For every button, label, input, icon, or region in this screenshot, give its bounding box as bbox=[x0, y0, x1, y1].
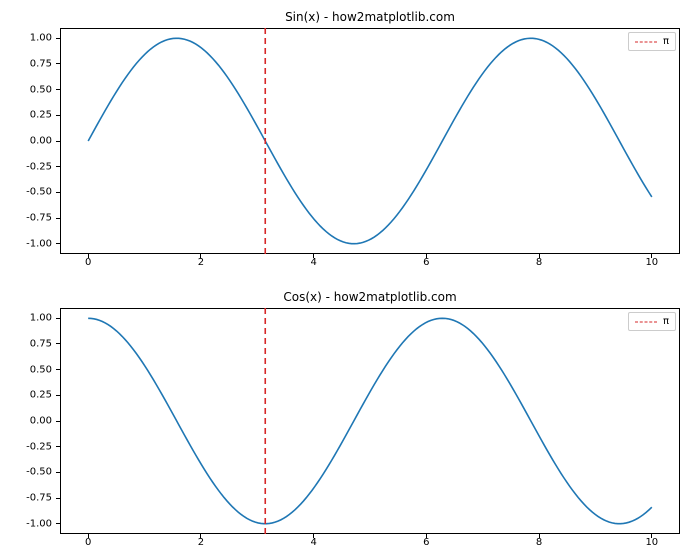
xtick-label: 8 bbox=[536, 537, 542, 548]
ytick-mark bbox=[56, 243, 60, 244]
legend-swatch-pi bbox=[635, 317, 657, 327]
xtick-mark bbox=[313, 534, 314, 538]
ytick-label: -1.00 bbox=[26, 518, 52, 529]
ytick-label: 1.00 bbox=[30, 33, 52, 44]
xtick-mark bbox=[539, 254, 540, 258]
ytick-label: 0.50 bbox=[30, 364, 52, 375]
xtick-label: 4 bbox=[310, 537, 316, 548]
ytick-label: 0.25 bbox=[30, 390, 52, 401]
xtick-mark bbox=[426, 534, 427, 538]
xtick-label: 2 bbox=[198, 257, 204, 268]
xtick-label: 6 bbox=[423, 537, 429, 548]
ytick-mark bbox=[56, 343, 60, 344]
ytick-label: -0.75 bbox=[26, 213, 52, 224]
figure: Sin(x) - how2matplotlib.com π -1.00 -0.75… bbox=[0, 0, 700, 560]
xtick-label: 10 bbox=[645, 257, 658, 268]
ytick-label: -0.50 bbox=[26, 467, 52, 478]
ytick-mark bbox=[56, 498, 60, 499]
ytick-label: -0.75 bbox=[26, 493, 52, 504]
ytick-mark bbox=[56, 115, 60, 116]
ytick-label: 1.00 bbox=[30, 313, 52, 324]
xtick-mark bbox=[651, 534, 652, 538]
ytick-label: -0.25 bbox=[26, 161, 52, 172]
chart-title-cos: Cos(x) - how2matplotlib.com bbox=[60, 290, 680, 304]
ytick-label: -0.50 bbox=[26, 187, 52, 198]
ytick-label: 0.75 bbox=[30, 338, 52, 349]
ytick-label: -0.25 bbox=[26, 441, 52, 452]
xtick-mark bbox=[651, 254, 652, 258]
ytick-label: 0.00 bbox=[30, 416, 52, 427]
legend-cos: π bbox=[628, 312, 676, 331]
ytick-mark bbox=[56, 472, 60, 473]
cos-curve bbox=[88, 318, 652, 523]
legend-label-pi: π bbox=[663, 316, 669, 327]
plot-area-sin bbox=[60, 28, 680, 254]
legend-label-pi: π bbox=[663, 36, 669, 47]
ytick-mark bbox=[56, 63, 60, 64]
xtick-label: 6 bbox=[423, 257, 429, 268]
ytick-label: 0.25 bbox=[30, 110, 52, 121]
ytick-mark bbox=[56, 395, 60, 396]
legend-sin: π bbox=[628, 32, 676, 51]
sin-curve bbox=[88, 38, 652, 243]
ytick-mark bbox=[56, 141, 60, 142]
ytick-label: 0.75 bbox=[30, 58, 52, 69]
xtick-mark bbox=[313, 254, 314, 258]
xtick-label: 4 bbox=[310, 257, 316, 268]
chart-title-sin: Sin(x) - how2matplotlib.com bbox=[60, 10, 680, 24]
xtick-label: 0 bbox=[85, 257, 91, 268]
xtick-label: 8 bbox=[536, 257, 542, 268]
xtick-label: 2 bbox=[198, 537, 204, 548]
ytick-mark bbox=[56, 369, 60, 370]
ytick-label: -1.00 bbox=[26, 238, 52, 249]
ytick-mark bbox=[56, 166, 60, 167]
legend-swatch-pi bbox=[635, 37, 657, 47]
xtick-mark bbox=[88, 254, 89, 258]
subplot-sin: Sin(x) - how2matplotlib.com π -1.00-0.75… bbox=[60, 28, 680, 254]
subplot-cos: Cos(x) - how2matplotlib.com π -1.00-0.75… bbox=[60, 308, 680, 534]
ytick-mark bbox=[56, 89, 60, 90]
xtick-mark bbox=[426, 254, 427, 258]
xtick-mark bbox=[200, 254, 201, 258]
ytick-mark bbox=[56, 38, 60, 39]
xtick-mark bbox=[539, 534, 540, 538]
xtick-mark bbox=[200, 534, 201, 538]
ytick-mark bbox=[56, 192, 60, 193]
plot-area-cos bbox=[60, 308, 680, 534]
xtick-mark bbox=[88, 534, 89, 538]
xtick-label: 0 bbox=[85, 537, 91, 548]
ytick-mark bbox=[56, 421, 60, 422]
ytick-mark bbox=[56, 318, 60, 319]
ytick-label: 0.00 bbox=[30, 136, 52, 147]
ytick-mark bbox=[56, 218, 60, 219]
ytick-label: 0.50 bbox=[30, 84, 52, 95]
xtick-label: 10 bbox=[645, 537, 658, 548]
ytick-mark bbox=[56, 446, 60, 447]
ytick-mark bbox=[56, 523, 60, 524]
